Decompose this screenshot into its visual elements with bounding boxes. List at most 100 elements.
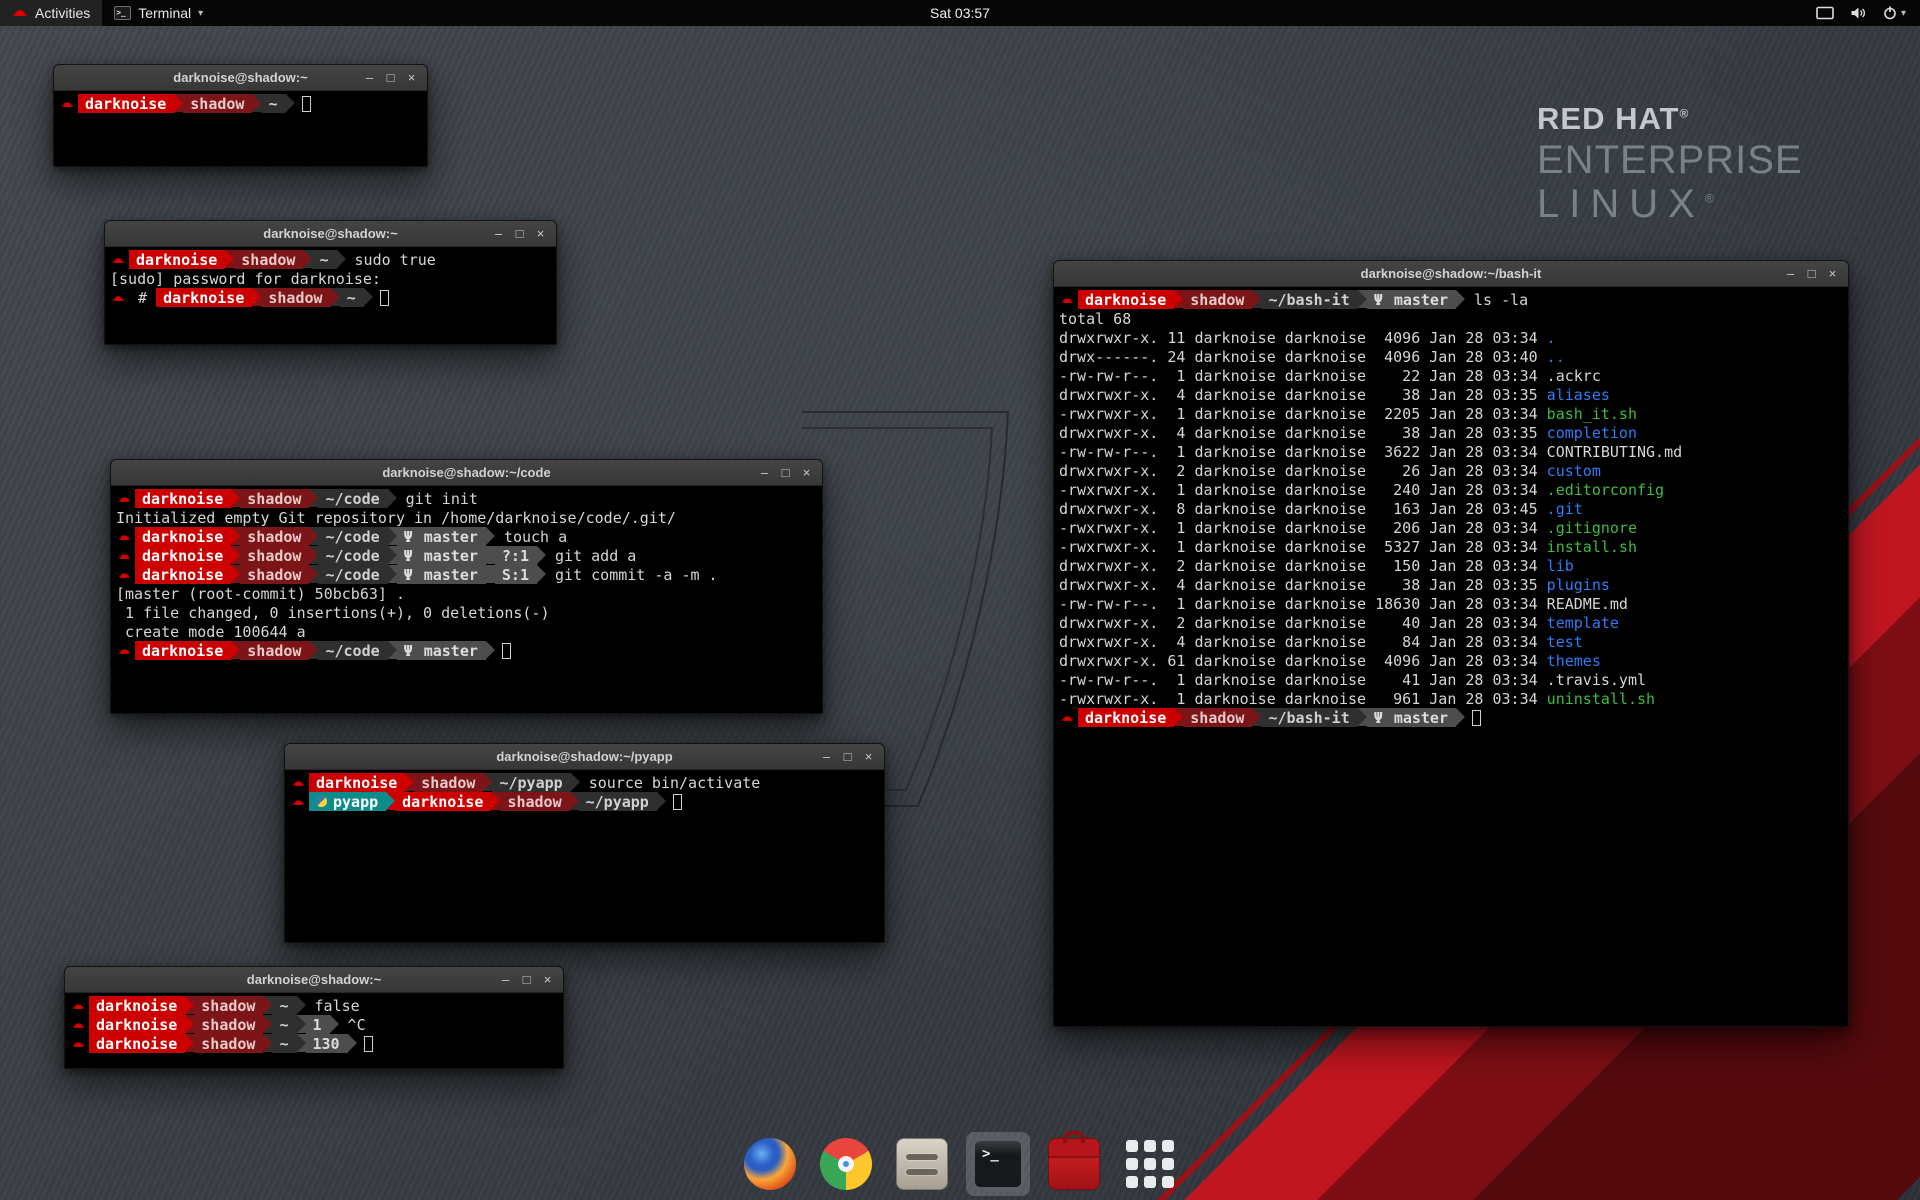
maximize-button[interactable]: □ bbox=[516, 970, 537, 990]
powerline-arrow-icon bbox=[231, 546, 240, 564]
terminal-line: darknoiseshadow~/codeΨ master bbox=[116, 641, 817, 660]
minimize-button[interactable]: – bbox=[754, 463, 775, 483]
titlebar[interactable]: darknoise@shadow:~/bash-it – □ × bbox=[1054, 261, 1848, 287]
terminal-content[interactable]: darknoiseshadow~ bbox=[54, 91, 427, 116]
close-button[interactable]: × bbox=[537, 970, 558, 990]
prompt-segment-git: S:1 bbox=[495, 565, 537, 584]
terminal-text: Initialized empty Git repository in /hom… bbox=[116, 508, 676, 527]
terminal-window-sudo[interactable]: darknoise@shadow:~ – □ × darknoiseshadow… bbox=[104, 220, 557, 345]
powerline-arrow-icon bbox=[231, 527, 240, 545]
volume-icon[interactable] bbox=[1850, 6, 1867, 20]
close-button[interactable]: × bbox=[796, 463, 817, 483]
close-button[interactable]: × bbox=[858, 747, 879, 767]
titlebar[interactable]: darknoise@shadow:~ – □ × bbox=[54, 65, 427, 91]
terminal-line: # darknoiseshadow~ bbox=[110, 288, 551, 307]
terminal-text: ls -la bbox=[1465, 290, 1528, 309]
toolbox-handle bbox=[1063, 1131, 1085, 1143]
maximize-button[interactable]: □ bbox=[775, 463, 796, 483]
terminal-text: git commit -a -m . bbox=[546, 565, 718, 584]
redhat-logo-icon bbox=[12, 5, 28, 21]
redhat-prompt-icon bbox=[290, 792, 309, 811]
file-name: .ackrc bbox=[1547, 366, 1601, 385]
activities-button[interactable]: Activities bbox=[0, 0, 102, 26]
file-name: .travis.yml bbox=[1547, 670, 1646, 689]
powerline-arrow-icon bbox=[309, 641, 318, 659]
window-title: darknoise@shadow:~ bbox=[173, 70, 307, 85]
maximize-button[interactable]: □ bbox=[1801, 264, 1822, 284]
terminal-content[interactable]: darknoiseshadow~ sudo true[sudo] passwor… bbox=[105, 247, 556, 310]
powerline-arrow-icon bbox=[331, 288, 340, 306]
powerline-arrow-icon bbox=[297, 1034, 306, 1052]
prompt-segment-user: darknoise bbox=[135, 527, 231, 546]
terminal-line: -rw-rw-r--. 1 darknoise darknoise 41 Jan… bbox=[1059, 670, 1843, 689]
close-button[interactable]: × bbox=[1822, 264, 1843, 284]
terminal-text: source bin/activate bbox=[580, 773, 761, 792]
terminal-content[interactable]: darknoiseshadow~/code git initInitialize… bbox=[111, 486, 822, 663]
powerline-arrow-icon bbox=[263, 1015, 272, 1033]
terminal-line: -rwxrwxr-x. 1 darknoise darknoise 5327 J… bbox=[1059, 537, 1843, 556]
maximize-button[interactable]: □ bbox=[380, 68, 401, 88]
redhat-prompt-icon bbox=[110, 250, 129, 269]
prompt-segment-host: shadow bbox=[500, 792, 569, 811]
redhat-prompt-icon bbox=[1059, 708, 1078, 727]
terminal-window-code[interactable]: darknoise@shadow:~/code – □ × darknoises… bbox=[110, 459, 823, 714]
terminal-line: -rwxrwxr-x. 1 darknoise darknoise 961 Ja… bbox=[1059, 689, 1843, 708]
powerline-arrow-icon bbox=[263, 1034, 272, 1052]
display-icon[interactable] bbox=[1816, 6, 1834, 20]
terminal-text: 1 file changed, 0 insertions(+), 0 delet… bbox=[116, 603, 549, 622]
powerline-arrow-icon bbox=[1456, 290, 1465, 308]
minimize-button[interactable]: – bbox=[495, 970, 516, 990]
terminal-text: git init bbox=[397, 489, 478, 508]
redhat-prompt-icon bbox=[116, 527, 135, 546]
titlebar[interactable]: darknoise@shadow:~ – □ × bbox=[65, 967, 563, 993]
terminal-line: -rwxrwxr-x. 1 darknoise darknoise 2205 J… bbox=[1059, 404, 1843, 423]
app-menu-terminal[interactable]: >_ Terminal ▾ bbox=[102, 0, 215, 26]
power-icon[interactable]: ▾ bbox=[1883, 6, 1906, 20]
grid-dot bbox=[1144, 1176, 1156, 1188]
grid-dot bbox=[1162, 1158, 1174, 1170]
titlebar[interactable]: darknoise@shadow:~ – □ × bbox=[105, 221, 556, 247]
terminal-window-home-small[interactable]: darknoise@shadow:~ – □ × darknoiseshadow… bbox=[53, 64, 428, 167]
rhel-brand-text: RED HAT® bbox=[1537, 102, 1803, 135]
prompt-segment-user: darknoise bbox=[78, 94, 174, 113]
close-button[interactable]: × bbox=[401, 68, 422, 88]
prompt-segment-user: darknoise bbox=[135, 546, 231, 565]
dock-item-terminal[interactable]: >_ bbox=[966, 1132, 1030, 1196]
titlebar[interactable]: darknoise@shadow:~/pyapp – □ × bbox=[285, 744, 884, 770]
rhel-linux-text: LINUX® bbox=[1537, 183, 1803, 226]
minimize-button[interactable]: – bbox=[1780, 264, 1801, 284]
powerline-arrow-icon bbox=[364, 288, 373, 306]
minimize-button[interactable]: – bbox=[488, 224, 509, 244]
dock-item-firefox[interactable] bbox=[738, 1132, 802, 1196]
terminal-text: # bbox=[129, 288, 156, 307]
clock[interactable]: Sat 03:57 bbox=[930, 5, 990, 21]
ls-columns: drwxrwxr-x. 8 darknoise darknoise 163 Ja… bbox=[1059, 499, 1547, 518]
prompt-segment-user: darknoise bbox=[156, 288, 252, 307]
minimize-button[interactable]: – bbox=[816, 747, 837, 767]
powerline-arrow-icon bbox=[185, 996, 194, 1014]
dock-item-files[interactable] bbox=[890, 1132, 954, 1196]
terminal-window-bash-it[interactable]: darknoise@shadow:~/bash-it – □ × darknoi… bbox=[1053, 260, 1849, 1027]
dock-item-software[interactable] bbox=[1042, 1132, 1106, 1196]
file-name: uninstall.sh bbox=[1547, 689, 1655, 708]
close-button[interactable]: × bbox=[530, 224, 551, 244]
terminal-line: drwxrwxr-x. 61 darknoise darknoise 4096 … bbox=[1059, 651, 1843, 670]
terminal-line: -rwxrwxr-x. 1 darknoise darknoise 206 Ja… bbox=[1059, 518, 1843, 537]
terminal-content[interactable]: darknoiseshadow~/pyapp source bin/activa… bbox=[285, 770, 884, 814]
powerline-arrow-icon bbox=[185, 1034, 194, 1052]
powerline-arrow-icon bbox=[386, 792, 395, 810]
dock-item-app-grid[interactable] bbox=[1118, 1132, 1182, 1196]
titlebar[interactable]: darknoise@shadow:~/code – □ × bbox=[111, 460, 822, 486]
prompt-segment-path: ~/pyapp bbox=[579, 792, 657, 811]
maximize-button[interactable]: □ bbox=[509, 224, 530, 244]
terminal-window-pyapp[interactable]: darknoise@shadow:~/pyapp – □ × darknoise… bbox=[284, 743, 885, 943]
prompt-segment-host: shadow bbox=[240, 546, 309, 565]
terminal-line: -rwxrwxr-x. 1 darknoise darknoise 240 Ja… bbox=[1059, 480, 1843, 499]
minimize-button[interactable]: – bbox=[359, 68, 380, 88]
dock-item-chrome[interactable] bbox=[814, 1132, 878, 1196]
terminal-window-exit-codes[interactable]: darknoise@shadow:~ – □ × darknoiseshadow… bbox=[64, 966, 564, 1069]
terminal-content[interactable]: darknoiseshadow~ falsedarknoiseshadow~1 … bbox=[65, 993, 563, 1056]
powerline-arrow-icon bbox=[571, 773, 580, 791]
terminal-content[interactable]: darknoiseshadow~/bash-itΨ master ls -lat… bbox=[1054, 287, 1848, 730]
maximize-button[interactable]: □ bbox=[837, 747, 858, 767]
